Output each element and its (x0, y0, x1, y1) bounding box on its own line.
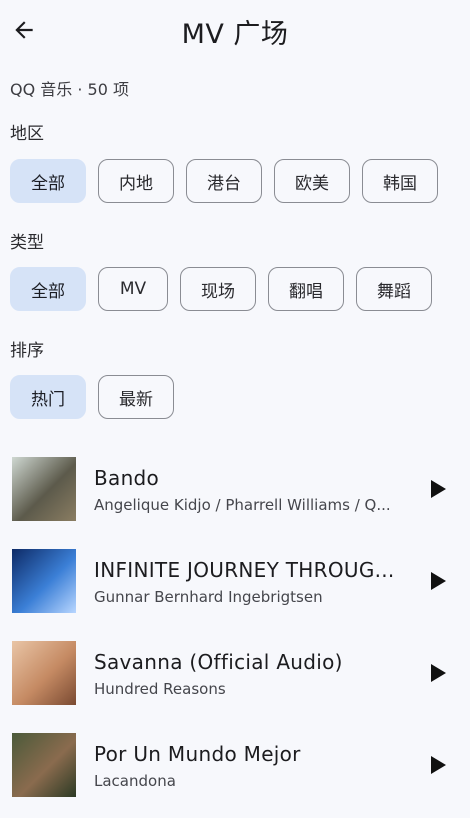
top-app-bar: MV 广场 (0, 0, 470, 62)
mv-thumbnail (12, 641, 76, 705)
mv-thumbnail (12, 733, 76, 797)
type-chip[interactable]: 全部 (10, 267, 86, 311)
play-icon[interactable] (428, 478, 448, 500)
mv-list-item[interactable]: Savanna (Official Audio) Hundred Reasons (0, 634, 470, 726)
region-filter-chips: 全部 内地 港台 欧美 韩国 (10, 159, 438, 203)
source-count-label: QQ 音乐 · 50 项 (10, 80, 129, 99)
region-section-label: 地区 (10, 124, 44, 144)
type-chip[interactable]: MV (98, 267, 168, 311)
type-chip[interactable]: 现场 (180, 267, 256, 311)
sort-chip[interactable]: 最新 (98, 375, 174, 419)
sort-filter-chips: 热门 最新 (10, 375, 174, 419)
region-chip[interactable]: 港台 (186, 159, 262, 203)
sort-chip[interactable]: 热门 (10, 375, 86, 419)
type-section-label: 类型 (10, 233, 44, 253)
region-chip[interactable]: 全部 (10, 159, 86, 203)
mv-artist: Hundred Reasons (94, 680, 226, 698)
mv-artist: Angelique Kidjo / Pharrell Williams / Q.… (94, 496, 391, 514)
mv-list-item[interactable]: INFINITE JOURNEY THROUG... Gunnar Bernhar… (0, 542, 470, 634)
page-title: MV 广场 (181, 19, 289, 50)
region-chip[interactable]: 韩国 (362, 159, 438, 203)
mv-title: INFINITE JOURNEY THROUG... (94, 558, 395, 582)
region-chip[interactable]: 内地 (98, 159, 174, 203)
type-chip[interactable]: 舞蹈 (356, 267, 432, 311)
sort-section-label: 排序 (10, 341, 44, 361)
type-filter-chips: 全部 MV 现场 翻唱 舞蹈 (10, 267, 432, 311)
mv-thumbnail (12, 457, 76, 521)
mv-list-item[interactable]: Bando Angelique Kidjo / Pharrell Williams… (0, 450, 470, 542)
region-chip[interactable]: 欧美 (274, 159, 350, 203)
mv-artist: Gunnar Bernhard Ingebrigtsen (94, 588, 323, 606)
play-icon[interactable] (428, 570, 448, 592)
mv-thumbnail (12, 549, 76, 613)
play-icon[interactable] (428, 662, 448, 684)
mv-artist: Lacandona (94, 772, 176, 790)
mv-title: Por Un Mundo Mejor (94, 742, 301, 766)
play-icon[interactable] (428, 754, 448, 776)
mv-list-item[interactable]: Por Un Mundo Mejor Lacandona (0, 726, 470, 818)
mv-title: Savanna (Official Audio) (94, 650, 343, 674)
type-chip[interactable]: 翻唱 (268, 267, 344, 311)
mv-title: Bando (94, 466, 160, 490)
